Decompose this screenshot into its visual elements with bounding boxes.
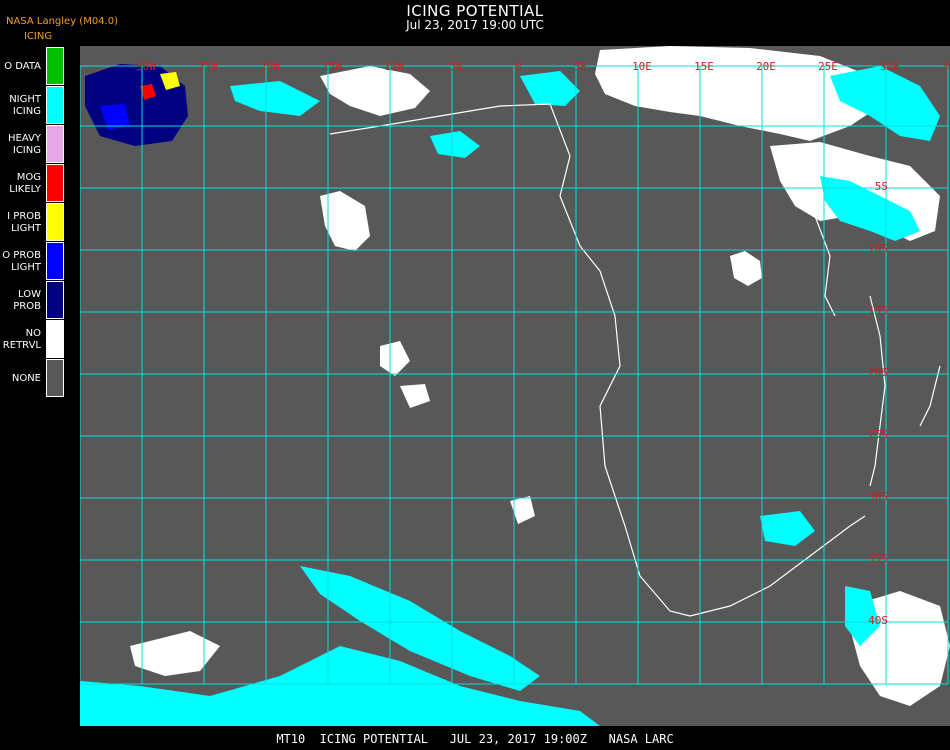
legend-label: MOG LIKELY [9, 171, 41, 195]
longitude-label: 10W [384, 60, 404, 73]
legend-swatch [46, 281, 64, 319]
legend-item: LOW PROB [0, 281, 66, 320]
legend-item: NIGHT ICING [0, 86, 66, 125]
longitude-label: 30E [880, 60, 900, 73]
legend-label: LOW PROB [13, 288, 41, 312]
legend-label: I PROB LIGHT [7, 210, 41, 234]
latitude-label: 25S [868, 428, 888, 441]
legend-item: O DATA [0, 47, 66, 86]
legend-label: NO RETRVL [2, 327, 41, 351]
legend-label: O DATA [4, 60, 41, 72]
legend-swatch [46, 359, 64, 397]
latitude-label: 15S [868, 304, 888, 317]
legend-item: HEAVY ICING [0, 125, 66, 164]
legend-swatch [46, 242, 64, 280]
longitude-label: 20E [756, 60, 776, 73]
latitude-label: 10S [868, 242, 888, 255]
longitude-label: 15W [322, 60, 342, 73]
longitude-label: 25W [198, 60, 218, 73]
legend-title: ICING [24, 31, 53, 42]
legend-swatch [46, 320, 64, 358]
icing-map: 30W 25W 20W 15W 10W 5W 0 5E 10E 15E 20E 25E 30E 35E 5… [80, 46, 950, 726]
timestamp: Jul 23, 2017 19:00 UTC [406, 18, 544, 32]
latitude-label: 20S [868, 366, 888, 379]
longitude-label: 5W [449, 60, 463, 73]
longitude-label: 0 [515, 60, 522, 73]
latitude-label: 40S [868, 614, 888, 627]
longitude-label: 25E [818, 60, 838, 73]
longitude-label: 15E [694, 60, 714, 73]
legend-swatch [46, 125, 64, 163]
longitude-label: 20W [260, 60, 280, 73]
credit-label: NASA Langley (M04.0) [6, 16, 118, 27]
legend-label: NONE [11, 372, 41, 384]
legend-item: NO RETRVL [0, 320, 66, 359]
longitude-label: 30W [136, 60, 156, 73]
legend-item: I PROB LIGHT [0, 203, 66, 242]
legend-label: HEAVY ICING [8, 132, 41, 156]
legend-swatch [46, 86, 64, 124]
longitude-label: 10E [632, 60, 652, 73]
latitude-label: 5S [875, 180, 888, 193]
legend-swatch [46, 203, 64, 241]
longitude-label: 5E [573, 60, 586, 73]
legend-item: NONE [0, 359, 66, 398]
footer-caption: MT10 ICING POTENTIAL JUL 23, 2017 19:00Z… [276, 732, 674, 746]
longitude-label: 35E [942, 60, 950, 73]
latitude-label: 30S [868, 490, 888, 503]
legend-swatch [46, 47, 64, 85]
legend-swatch [46, 164, 64, 202]
legend-label: O PROB LIGHT [2, 249, 41, 273]
legend-item: O PROB LIGHT [0, 242, 66, 281]
legend-item: MOG LIKELY [0, 164, 66, 203]
latitude-label: 35S [868, 552, 888, 565]
legend-label: NIGHT ICING [9, 93, 41, 117]
